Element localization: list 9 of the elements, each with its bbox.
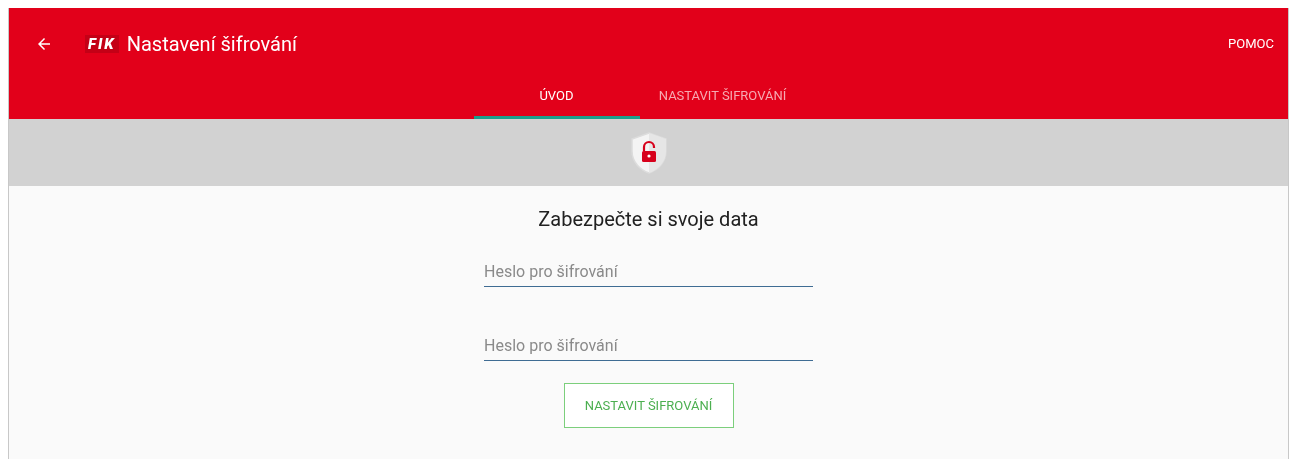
help-button[interactable]: POMOC	[1228, 34, 1274, 54]
set-encryption-button[interactable]: NASTAVIT ŠIFROVÁNÍ	[563, 383, 734, 428]
shield-lock-icon	[628, 130, 669, 175]
app-logo: FIK	[85, 35, 119, 53]
window-title: Nastavení šifrování	[126, 31, 297, 58]
password-field[interactable]: Heslo pro šifrování	[484, 334, 813, 361]
password-field[interactable]: Heslo pro šifrování	[484, 260, 813, 287]
tab[interactable]: NASTAVIT ŠIFROVÁNÍ	[639, 80, 806, 119]
heading: Zabezpečte si svoje data	[538, 206, 759, 233]
